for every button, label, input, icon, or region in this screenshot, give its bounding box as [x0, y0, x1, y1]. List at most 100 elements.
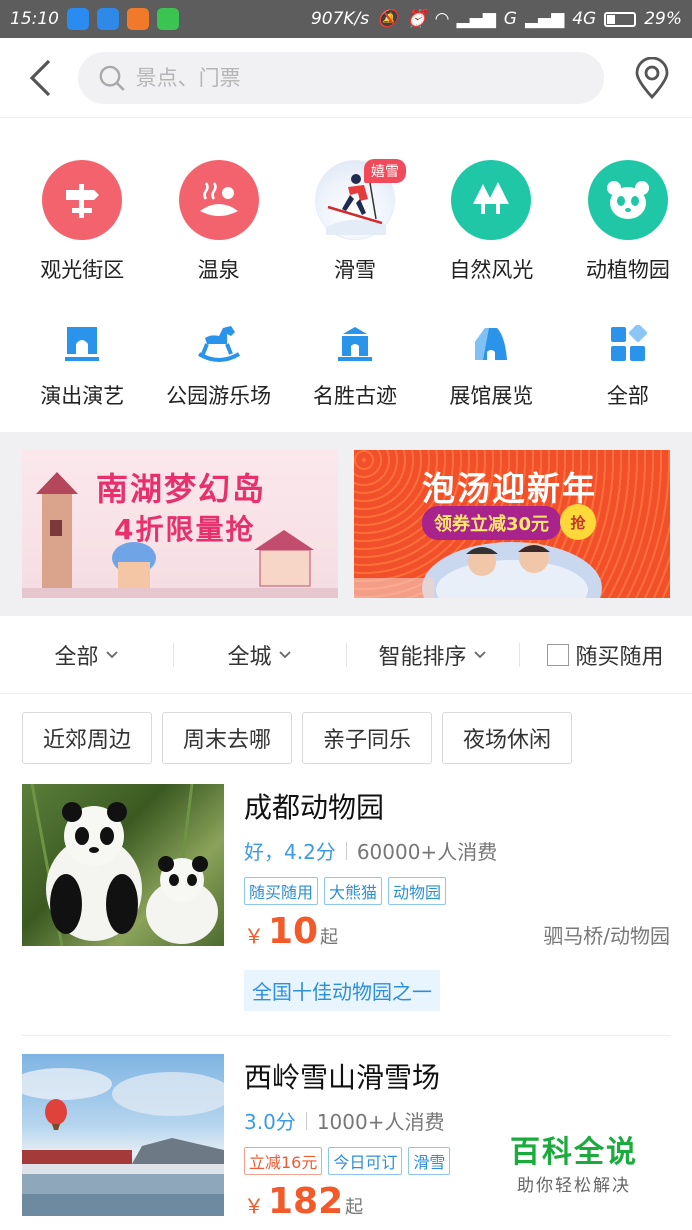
- search-box[interactable]: [78, 51, 604, 104]
- ski-resort-photo: [22, 1068, 224, 1216]
- location-pin-icon: [635, 56, 669, 99]
- header: [0, 38, 692, 118]
- tag-nightlife[interactable]: 夜场休闲: [442, 712, 573, 764]
- ski-badge: 嬉雪: [364, 159, 407, 183]
- listing-title: 西岭雪山滑雪场: [244, 1061, 441, 1094]
- filter-sort[interactable]: 智能排序: [346, 639, 519, 671]
- listing-tag: 随买随用: [244, 877, 319, 905]
- stage-icon: [58, 320, 106, 368]
- chevron-down-icon: [278, 650, 291, 658]
- category-zoo[interactable]: 动植物园: [564, 160, 692, 284]
- divider: [345, 841, 347, 860]
- category-grid: 观光街区 温泉 嬉雪 滑雪 自然风光 动植物园 演出演艺 公园游乐场 名胜古迹 …: [0, 118, 692, 432]
- listing-sales: 1000+人消费: [316, 1110, 445, 1134]
- grid-icon: [604, 320, 652, 368]
- hot-spring-icon: [178, 160, 259, 240]
- store-app-icon: [127, 8, 149, 30]
- trees-icon: [451, 160, 532, 240]
- banner-subtitle: 4折限量抢: [114, 513, 256, 546]
- flexible-checkbox[interactable]: [547, 643, 570, 666]
- tag-nearby[interactable]: 近郊周边: [22, 712, 153, 764]
- filter-flexible[interactable]: 随买随用: [519, 639, 692, 671]
- temple-icon: [331, 320, 379, 368]
- tag-family[interactable]: 亲子同乐: [302, 712, 433, 764]
- listing-tag: 动物园: [388, 877, 447, 905]
- listing-thumbnail: [22, 1054, 224, 1216]
- price-suffix: 起: [345, 1197, 364, 1218]
- category-shows[interactable]: 演出演艺: [18, 312, 146, 410]
- skier-icon: 嬉雪: [315, 159, 407, 240]
- signal-icon: ▂▄▆: [456, 9, 496, 29]
- filter-label: 智能排序: [378, 644, 467, 670]
- filter-label: 全城: [227, 644, 272, 670]
- price-currency: ￥: [244, 1194, 264, 1218]
- price-currency: ￥: [244, 924, 264, 948]
- rocking-horse-icon: [195, 320, 243, 368]
- listing-thumbnail: [22, 784, 224, 946]
- category-label: 演出演艺: [40, 384, 125, 408]
- banner-area: 南湖梦幻岛 4折限量抢 泡汤迎新年 领券立减30元 抢: [0, 432, 692, 616]
- category-all[interactable]: 全部: [564, 312, 692, 410]
- banner-hot-spring[interactable]: 泡汤迎新年 领券立减30元 抢: [354, 450, 670, 598]
- listing-title: 成都动物园: [244, 791, 385, 824]
- tag-weekend[interactable]: 周末去哪: [162, 712, 293, 764]
- category-landmarks[interactable]: 名胜古迹: [291, 312, 419, 410]
- watermark-title: 百科全说: [510, 1135, 638, 1170]
- category-label: 滑雪: [334, 258, 377, 282]
- category-ski[interactable]: 嬉雪 滑雪: [291, 159, 419, 284]
- museum-icon: [467, 320, 515, 368]
- category-label: 动植物园: [585, 258, 670, 282]
- back-button[interactable]: [18, 56, 62, 100]
- filter-all[interactable]: 全部: [0, 639, 173, 671]
- status-bar: 15:10 907K/s 🔕 ⏰ ◠ ▂▄▆ G ▂▄▆ 4G 29%: [0, 0, 692, 38]
- divider: [305, 1111, 307, 1130]
- mute-icon: 🔕: [377, 9, 399, 29]
- listing-tag: 大熊猫: [324, 877, 383, 905]
- listing-rating: 3.0分: [244, 1110, 296, 1134]
- category-label: 全部: [606, 384, 649, 408]
- category-label: 观光街区: [40, 258, 125, 282]
- listing-rating: 好，4.2分: [244, 840, 336, 864]
- listing-tag: 滑雪: [408, 1147, 451, 1175]
- category-sightseeing[interactable]: 观光街区: [18, 160, 146, 284]
- category-label: 公园游乐场: [166, 384, 272, 408]
- category-hot-spring[interactable]: 温泉: [154, 160, 282, 284]
- category-nature[interactable]: 自然风光: [427, 160, 555, 284]
- watermark-subtitle: 助你轻松解决: [517, 1176, 631, 1196]
- signpost-icon: [42, 160, 123, 240]
- wifi-icon: ◠: [435, 9, 449, 29]
- panda-photo: [30, 784, 218, 946]
- banner-dream-island[interactable]: 南湖梦幻岛 4折限量抢: [22, 450, 338, 598]
- listing-sales: 60000+人消费: [356, 840, 498, 864]
- network-type: 4G: [572, 9, 597, 29]
- listing-price: 182: [268, 1181, 344, 1222]
- filter-label: 随买随用: [575, 644, 664, 670]
- grab-button[interactable]: 抢: [560, 504, 596, 540]
- listing-tag: 今日可订: [328, 1147, 403, 1175]
- chevron-left-icon: [29, 59, 51, 96]
- search-icon: [99, 65, 125, 91]
- location-button[interactable]: [630, 56, 674, 100]
- battery-icon: [604, 11, 637, 27]
- banner-title: 南湖梦幻岛: [96, 470, 267, 508]
- chevron-down-icon: [473, 650, 486, 658]
- alarm-icon: ⏰: [406, 9, 428, 29]
- category-museums[interactable]: 展馆展览: [427, 312, 555, 410]
- signal-icon-2: ▂▄▆: [524, 9, 565, 29]
- message-app-icon: [157, 8, 179, 30]
- coupon-pill: 领券立减30元: [422, 506, 562, 540]
- quick-tags: 近郊周边 周末去哪 亲子同乐 夜场休闲: [0, 694, 692, 774]
- filter-city[interactable]: 全城: [173, 639, 346, 671]
- category-parks[interactable]: 公园游乐场: [154, 312, 282, 410]
- listing-area: 驷马桥/动物园: [543, 924, 670, 948]
- status-time: 15:10: [10, 9, 59, 29]
- category-label: 自然风光: [449, 258, 534, 282]
- category-label: 温泉: [197, 258, 240, 282]
- listing-item[interactable]: 成都动物园 好，4.2分 60000+人消费 随买随用 大熊猫 动物园 ￥ 10…: [0, 774, 692, 1035]
- price-suffix: 起: [320, 927, 339, 948]
- search-input[interactable]: [135, 65, 584, 90]
- category-label: 展馆展览: [449, 384, 534, 408]
- chevron-down-icon: [105, 650, 118, 658]
- battery-percent: 29%: [644, 9, 682, 29]
- panda-icon: [587, 160, 668, 240]
